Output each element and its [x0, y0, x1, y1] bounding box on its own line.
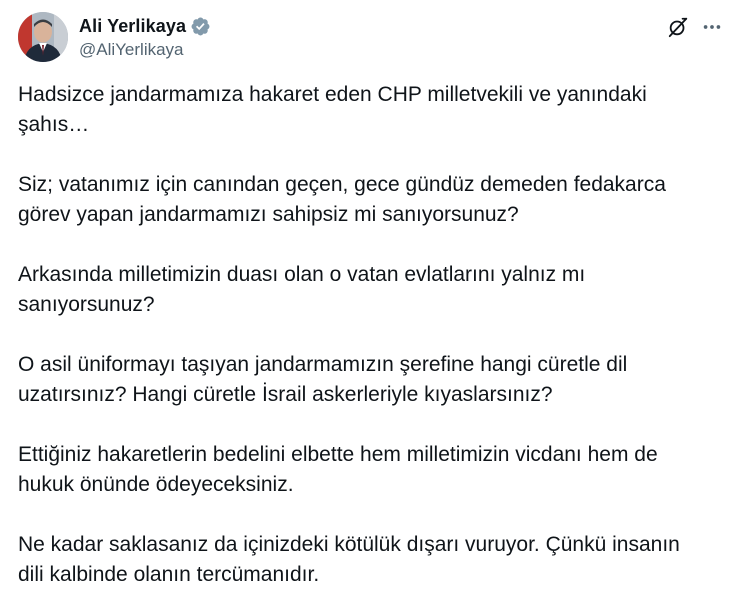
user-handle[interactable]: @AliYerlikaya [79, 40, 211, 60]
display-name[interactable]: Ali Yerlikaya [79, 16, 186, 37]
avatar[interactable] [18, 12, 68, 62]
name-row: Ali Yerlikaya [79, 14, 211, 38]
tweet-header: Ali Yerlikaya @AliYerlikaya [18, 12, 723, 64]
more-options-icon[interactable] [701, 16, 723, 38]
tweet-paragraph: Arkasında milletimizin duası olan o vata… [18, 263, 586, 316]
verified-badge-icon[interactable] [190, 16, 211, 37]
tweet-paragraph: Ettiğiniz hakaretlerin bedelini elbette … [18, 443, 658, 496]
tweet-text: Hadsizce jandarmamıza hakaret eden CHP m… [18, 80, 718, 590]
tweet-paragraph: Ne kadar saklasanız da içinizdeki kötülü… [18, 533, 680, 586]
grok-icon[interactable] [667, 16, 689, 38]
tweet-paragraph: Hadsizce jandarmamıza hakaret eden CHP m… [18, 83, 647, 136]
tweet-paragraph: O asil üniformayı taşıyan jandarmamızın … [18, 353, 628, 406]
profile-photo [18, 12, 68, 62]
author-info: Ali Yerlikaya @AliYerlikaya [79, 14, 211, 60]
tweet-paragraph: Siz; vatanımız için canından geçen, gece… [18, 173, 666, 226]
tweet-actions [667, 16, 723, 38]
